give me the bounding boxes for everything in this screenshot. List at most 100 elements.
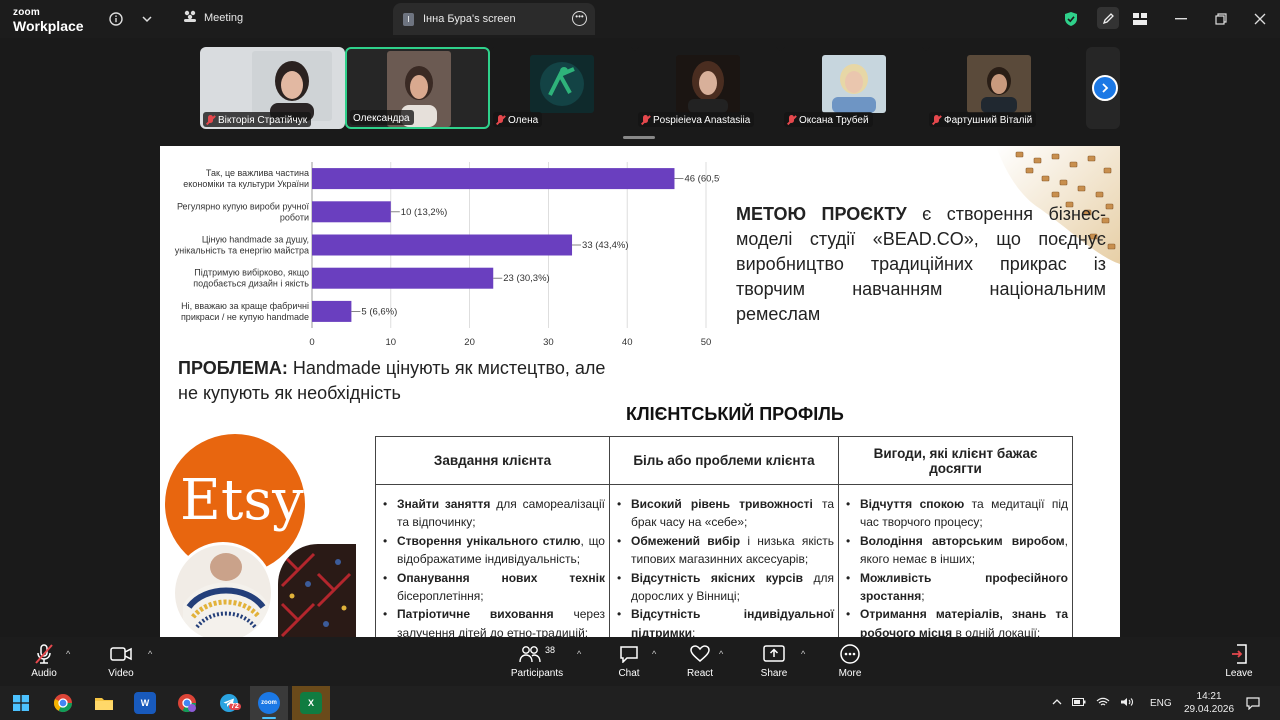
- word-icon[interactable]: W: [134, 692, 156, 714]
- mic-muted-icon: [496, 115, 505, 125]
- strip-resize-handle[interactable]: [623, 136, 655, 139]
- participant-avatar: [822, 55, 886, 113]
- meeting-info-icon[interactable]: [106, 9, 126, 29]
- clock[interactable]: 14:21 29.04.2026: [1184, 686, 1234, 720]
- chevron-down-icon[interactable]: [137, 9, 157, 29]
- file-explorer-icon[interactable]: [93, 692, 115, 714]
- profile-item-bold: Опанування нових технік: [397, 570, 605, 585]
- share-options-caret-icon[interactable]: ^: [801, 649, 805, 659]
- minimize-icon[interactable]: [1171, 9, 1191, 29]
- view-layout-icon[interactable]: [1130, 9, 1150, 29]
- project-goal-text: МЕТОЮ ПРОЄКТУ є створення бізнес-моделі …: [736, 202, 1106, 327]
- profile-item-bold: Створення унікального стилю: [397, 533, 581, 548]
- share-button[interactable]: Share: [756, 637, 792, 686]
- audio-options-caret-icon[interactable]: ^: [66, 649, 70, 659]
- participant-tile[interactable]: Оксана Трубей: [781, 47, 926, 129]
- screen-share-icon: I: [403, 12, 414, 26]
- chat-options-caret-icon[interactable]: ^: [652, 649, 656, 659]
- shared-slide: 0 10 20 30 40 50 46 (60,5%) Так, це важлива час…: [160, 146, 1120, 637]
- chart-x-tick-label: 20: [464, 337, 475, 348]
- survey-bar-chart: 0 10 20 30 40 50 46 (60,5%) Так, це важлива час…: [175, 162, 720, 348]
- chart-bar: [312, 234, 573, 256]
- mic-muted-icon: [641, 115, 650, 125]
- restore-window-icon[interactable]: [1211, 9, 1231, 29]
- chart-category-label: унікальність та енергію майстра: [175, 246, 309, 256]
- volume-icon[interactable]: [1120, 697, 1134, 710]
- gains-cell: Відчуття спокою та медитації під час тво…: [838, 484, 1073, 637]
- participant-avatar: [967, 55, 1031, 113]
- participant-name-tag: Pospieieva Anastasiia: [638, 112, 755, 127]
- telegram-unread-badge: 72: [229, 703, 241, 710]
- profile-list-item: Відчуття спокою та медитації під час тво…: [843, 495, 1068, 532]
- excel-taskbar-active[interactable]: X: [292, 686, 330, 720]
- profile-item-bold: Обмежений вибір: [631, 533, 741, 548]
- participants-label: Participants: [510, 668, 564, 679]
- battery-icon[interactable]: [1072, 697, 1086, 709]
- leave-button[interactable]: Leave: [1221, 637, 1257, 686]
- tray-overflow-icon[interactable]: [1052, 698, 1062, 709]
- participant-name: Оксана Трубей: [799, 114, 869, 126]
- mic-muted-icon: [32, 644, 56, 664]
- participant-name-tag: Оксана Трубей: [784, 112, 873, 127]
- profile-item-text: ;: [921, 589, 925, 604]
- profile-item-bold: Патріотичне виховання: [397, 607, 554, 622]
- profile-list-item: Володіння авторським виробом, якого нема…: [843, 532, 1068, 569]
- wifi-icon[interactable]: [1096, 697, 1110, 710]
- profile-list-item: Відсутність індивідуальної підтримки;: [614, 605, 834, 637]
- participant-tile[interactable]: Вікторія Стратійчук: [200, 47, 345, 129]
- zoom-workplace-logo: zoom Workplace: [13, 8, 84, 34]
- meeting-label: Meeting: [204, 11, 244, 24]
- more-options-icon[interactable]: •••: [572, 11, 587, 26]
- chart-bar: [312, 267, 494, 289]
- chat-label: Chat: [618, 668, 640, 679]
- participant-name: Олена: [508, 114, 539, 126]
- notifications-icon[interactable]: [1246, 686, 1260, 720]
- chart-category-label: Ціную handmade за душу,: [202, 235, 309, 245]
- shield-icon[interactable]: [1061, 9, 1081, 29]
- react-options-caret-icon[interactable]: ^: [719, 649, 723, 659]
- chart-data-label: 33 (43,4%): [582, 240, 628, 251]
- chat-button[interactable]: Chat: [612, 637, 646, 686]
- close-icon[interactable]: [1250, 9, 1270, 29]
- clock-date: 29.04.2026: [1184, 704, 1235, 715]
- shared-screen-tab[interactable]: I Інна Бура's screen •••: [393, 3, 595, 35]
- heart-react-icon: [688, 644, 712, 664]
- video-button[interactable]: Video: [103, 637, 139, 686]
- chrome-icon[interactable]: [52, 692, 74, 714]
- video-options-caret-icon[interactable]: ^: [148, 649, 152, 659]
- chrome-profile-icon[interactable]: [176, 692, 198, 714]
- leave-label: Leave: [1225, 668, 1253, 679]
- more-button[interactable]: More: [832, 637, 868, 686]
- participant-name-tag: Фартушний Віталій: [929, 112, 1037, 127]
- participant-tile-active[interactable]: Олександра: [345, 47, 490, 129]
- windows-start-icon[interactable]: [10, 692, 32, 714]
- logo-line2: Workplace: [13, 18, 84, 34]
- profile-item-text: в одній локації;: [952, 625, 1041, 637]
- profile-list-item: Отримання матеріалів, знань та робочого …: [843, 605, 1068, 637]
- chart-bar: [312, 300, 352, 322]
- camera-icon: [109, 644, 133, 664]
- participant-name: Pospieieva Anastasiia: [653, 114, 751, 126]
- annotate-pen-icon[interactable]: [1097, 7, 1119, 29]
- chart-category-label: Регулярно купую вироби ручної: [177, 201, 310, 211]
- embroidered-shirt-photo: [278, 544, 356, 637]
- zoom-taskbar-active[interactable]: zoom: [250, 686, 288, 720]
- participant-tile[interactable]: Pospieieva Anastasiia: [635, 47, 780, 129]
- profile-list-item: Створення унікального стилю, що відображ…: [380, 532, 605, 569]
- participant-tile[interactable]: Фартушний Віталій: [926, 47, 1071, 129]
- participant-tile[interactable]: Олена: [490, 47, 635, 129]
- telegram-icon[interactable]: 72: [218, 692, 241, 714]
- react-button[interactable]: React: [682, 637, 718, 686]
- participant-name: Вікторія Стратійчук: [218, 114, 308, 126]
- language-indicator[interactable]: ENG: [1150, 698, 1172, 709]
- participants-options-caret-icon[interactable]: ^: [577, 649, 581, 659]
- profile-item-text: бісероплетіння;: [397, 589, 484, 604]
- meeting-controls: Audio ^ Video ^ 38 Participants ^ Chat ^…: [0, 637, 1280, 686]
- next-page-button[interactable]: [1092, 75, 1118, 101]
- share-screen-icon: [762, 644, 786, 664]
- meeting-button[interactable]: Meeting: [183, 10, 243, 25]
- participants-button[interactable]: 38 Participants: [508, 637, 566, 686]
- audio-button[interactable]: Audio: [26, 637, 62, 686]
- client-profile-table: Завдання клієнта Біль або проблеми клієн…: [375, 436, 1073, 637]
- profile-list-item: Знайти заняття для самореалізації та від…: [380, 495, 605, 532]
